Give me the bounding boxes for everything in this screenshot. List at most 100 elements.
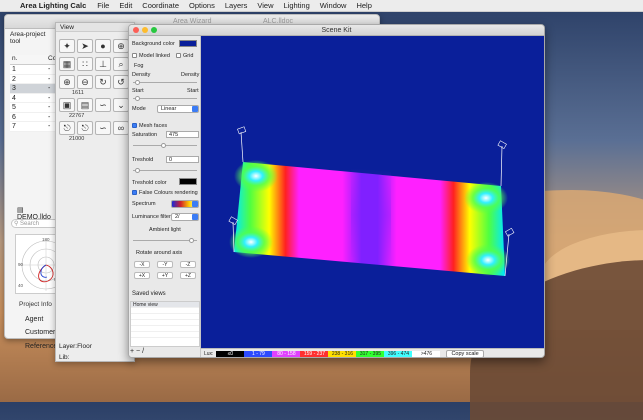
density-slider[interactable] <box>133 82 197 83</box>
frame-tool-icon[interactable]: ▣ <box>59 98 75 112</box>
link-tool-icon[interactable]: ∞ <box>113 121 129 135</box>
false-colours-label: False Colours rendering <box>139 190 198 196</box>
fog-label: Fog <box>134 63 144 69</box>
target-tool-icon[interactable]: ⊕ <box>113 39 129 53</box>
saturation-slider-knob[interactable] <box>161 143 166 148</box>
mode-label: Mode <box>132 106 146 112</box>
ambient-light-slider[interactable] <box>133 240 197 241</box>
mesh-faces-checkbox[interactable] <box>132 123 137 128</box>
start-left-label: Start <box>132 88 144 94</box>
rotate-minus-z-button[interactable]: -Z <box>180 261 196 268</box>
table-row-selected[interactable]: 3- <box>10 84 60 94</box>
light-distribution-plane <box>229 160 510 276</box>
col-n[interactable]: n. <box>10 55 48 64</box>
luminance-filter-select[interactable]: 2/ <box>171 213 199 221</box>
agent-button[interactable]: Agent <box>25 316 43 323</box>
model-linked-label: Model linked <box>139 53 170 59</box>
saved-views-list: Home view <box>130 301 200 347</box>
view-window-title: View <box>56 23 134 32</box>
pole-tool-icon[interactable]: ⊥ <box>95 57 111 71</box>
treshold-color-well[interactable] <box>179 178 197 185</box>
table-row[interactable]: 4- <box>10 93 60 103</box>
curve-tool-icon[interactable]: ∽ <box>95 98 111 112</box>
treshold-field[interactable]: 0 <box>166 156 199 163</box>
car-tool-icon[interactable]: ● <box>95 39 111 53</box>
menu-lighting[interactable]: Lighting <box>279 1 315 10</box>
app-name-menu[interactable]: Area Lighting Calc <box>14 1 92 10</box>
chevron-down-icon[interactable]: ⌄ <box>113 98 129 112</box>
luminaire-alt-icon[interactable]: ⎋ <box>77 121 93 135</box>
scale-cell: 80 - 158 <box>272 350 301 357</box>
start-slider-knob[interactable] <box>135 96 140 101</box>
copy-scale-button[interactable]: Copy scale <box>446 350 484 357</box>
area-project-panel: Area-project tool n. Co 1- 2- 3- 4- 5- 6… <box>7 29 61 350</box>
menu-view[interactable]: View <box>252 1 278 10</box>
zoom-area-icon[interactable]: ⌕ <box>113 57 129 71</box>
treshold-slider[interactable] <box>133 170 197 171</box>
menu-options[interactable]: Options <box>184 1 220 10</box>
table-row[interactable]: 1- <box>10 65 60 75</box>
menu-layers[interactable]: Layers <box>220 1 253 10</box>
customer-button[interactable]: Customer <box>25 329 55 336</box>
scale-cell: 159 - 237 <box>300 350 329 357</box>
count-c: 21000 <box>69 136 85 142</box>
lux-scale-bar: Lux: ≤0 1 - 79 80 - 158 159 - 237 238 - … <box>201 348 544 357</box>
menu-coordinate[interactable]: Coordinate <box>137 1 184 10</box>
rotate-axis-label: Rotate around axis <box>136 250 183 256</box>
ambient-light-knob[interactable] <box>189 238 194 243</box>
layer-label: Layer:Floor <box>59 343 92 350</box>
chevron-down-icon <box>192 201 198 207</box>
menu-window[interactable]: Window <box>315 1 352 10</box>
count-a: 1611 <box>72 90 84 96</box>
rotate-plus-x-button[interactable]: +X <box>134 272 150 279</box>
background-color-well[interactable] <box>179 40 197 47</box>
search-input[interactable]: ⚲ Search <box>11 219 59 228</box>
spectrum-select[interactable] <box>171 200 199 208</box>
table-row[interactable]: 6- <box>10 112 60 122</box>
menu-file[interactable]: File <box>92 1 114 10</box>
frame-alt-icon[interactable]: ▤ <box>77 98 93 112</box>
dots-grid-icon[interactable]: ∷ <box>77 57 93 71</box>
model-linked-checkbox[interactable] <box>132 53 137 58</box>
treshold-color-label: Treshold color <box>132 180 167 186</box>
rotate-back-icon[interactable]: ↺ <box>113 75 129 89</box>
chevron-down-icon <box>192 106 198 112</box>
treshold-label: Treshold <box>132 157 154 163</box>
pointer-tool-icon[interactable]: ➤ <box>77 39 93 53</box>
polar-tick-label: 90 <box>18 262 24 267</box>
table-row[interactable]: 5- <box>10 103 60 113</box>
scene-titlebar[interactable]: Scene Kit <box>129 25 544 36</box>
table-header: n. Co <box>10 55 60 65</box>
menu-help[interactable]: Help <box>351 1 376 10</box>
scene-viewport[interactable] <box>201 36 544 348</box>
scale-cell: 396 - 474 <box>384 350 413 357</box>
grid-tool-icon[interactable]: ▦ <box>59 57 75 71</box>
select-tool-icon[interactable]: ✦ <box>59 39 75 53</box>
rotate-minus-y-button[interactable]: -Y <box>157 261 173 268</box>
mode-select[interactable]: Linear <box>157 105 199 113</box>
grid-checkbox[interactable] <box>176 53 181 58</box>
wave-tool-icon[interactable]: ∽ <box>95 121 111 135</box>
rotate-icon[interactable]: ↻ <box>95 75 111 89</box>
treshold-slider-knob[interactable] <box>135 168 140 173</box>
density-right-label: Density <box>181 72 200 78</box>
table-row[interactable]: 2- <box>10 74 60 84</box>
rotate-plus-z-button[interactable]: +Z <box>180 272 196 279</box>
false-colours-checkbox[interactable] <box>132 190 137 195</box>
luminaire-icon[interactable]: ⎋ <box>59 121 75 135</box>
scale-cell: 317 - 395 <box>356 350 385 357</box>
saturation-field[interactable]: 475 <box>166 131 199 138</box>
menu-edit[interactable]: Edit <box>114 1 137 10</box>
rotate-plus-y-button[interactable]: +Y <box>157 272 173 279</box>
spectrum-label: Spectrum <box>132 201 156 207</box>
density-slider-knob[interactable] <box>135 80 140 85</box>
saved-views-controls[interactable]: + − / <box>130 348 144 355</box>
zoom-out-icon[interactable]: ⊖ <box>77 75 93 89</box>
rotate-minus-x-button[interactable]: -X <box>134 261 150 268</box>
zoom-in-icon[interactable]: ⊕ <box>59 75 75 89</box>
table-row[interactable]: 7- <box>10 122 60 132</box>
background-color-label: Background color <box>132 41 175 47</box>
start-slider[interactable] <box>133 98 197 99</box>
polar-tick-label: 180 <box>42 237 50 242</box>
reference-button[interactable]: Reference <box>25 343 57 350</box>
